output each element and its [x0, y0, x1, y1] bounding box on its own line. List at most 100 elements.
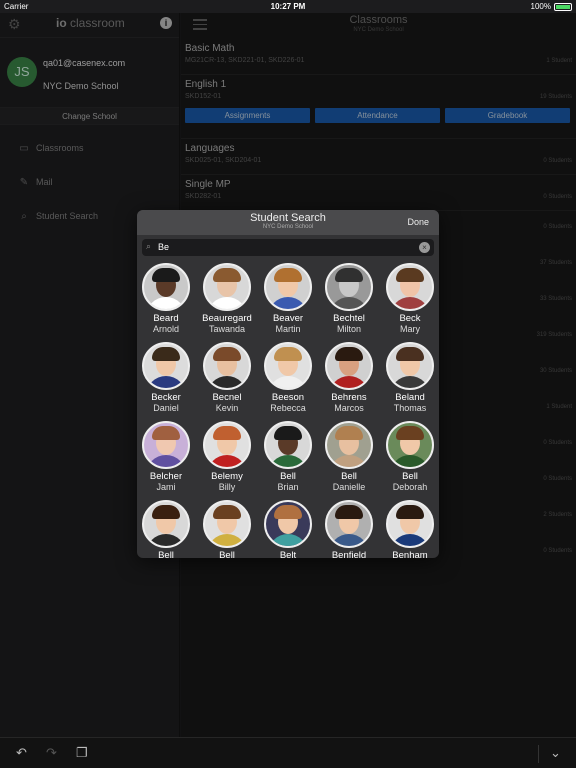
student-last-name: Belcher [149, 471, 183, 482]
redo-icon[interactable]: ↷ [46, 745, 57, 761]
student-card[interactable]: Behrens Marcos [319, 342, 379, 413]
student-photo-shirt [329, 376, 369, 388]
student-photo-hair [213, 347, 241, 361]
student-card[interactable]: Becnel Kevin [197, 342, 257, 413]
student-search-modal: Student Search NYC Demo School Done ⌕ Be… [137, 210, 439, 558]
student-photo-shirt [146, 376, 186, 388]
copy-icon[interactable]: ❐ [76, 745, 88, 761]
student-first-name: Thomas [393, 403, 427, 413]
student-last-name: Beeson [271, 392, 305, 403]
student-card[interactable]: Beland Thomas [380, 342, 439, 413]
student-photo-shirt [207, 376, 247, 388]
undo-icon[interactable]: ↶ [16, 745, 27, 761]
student-photo [203, 421, 251, 469]
chevron-down-icon[interactable]: ⌄ [550, 745, 561, 761]
student-last-name: Beland [395, 392, 425, 403]
student-photo-hair [335, 268, 363, 282]
status-bar: Carrier 10:27 PM 100% [0, 0, 576, 13]
student-last-name: Behrens [331, 392, 367, 403]
search-icon: ⌕ [146, 241, 152, 251]
search-bar: ⌕ Be × [137, 235, 439, 261]
student-photo-shirt [207, 297, 247, 309]
student-first-name: Marcos [334, 403, 364, 413]
student-last-name: Benfield [331, 550, 367, 558]
student-card[interactable]: Becker Daniel [137, 342, 196, 413]
student-photo [386, 500, 434, 548]
student-photo [264, 500, 312, 548]
student-last-name: Bell [402, 471, 418, 482]
student-card[interactable]: Bell [137, 500, 196, 558]
student-last-name: Beaver [272, 313, 304, 324]
clock: 10:27 PM [270, 2, 306, 11]
search-input[interactable]: ⌕ Be × [142, 239, 434, 256]
student-first-name: Arnold [152, 324, 179, 334]
student-photo [264, 342, 312, 390]
student-card[interactable]: Belt [258, 500, 318, 558]
student-first-name: Jami [156, 482, 176, 492]
student-photo [386, 342, 434, 390]
student-last-name: Bechtel [333, 313, 365, 324]
student-card[interactable]: Belemy Billy [197, 421, 257, 492]
student-card[interactable]: Beard Arnold [137, 263, 196, 334]
student-card[interactable]: Beaver Martin [258, 263, 318, 334]
done-button[interactable]: Done [407, 217, 429, 227]
student-card[interactable]: Beck Mary [380, 263, 439, 334]
student-photo [325, 263, 373, 311]
student-first-name: Milton [336, 324, 361, 334]
student-last-name: Bell [219, 550, 235, 558]
student-photo-hair [274, 347, 302, 361]
student-photo-shirt [390, 534, 430, 546]
student-photo [325, 342, 373, 390]
student-photo-hair [152, 426, 180, 440]
student-photo-hair [335, 426, 363, 440]
student-photo [325, 500, 373, 548]
student-card[interactable]: Bell Danielle [319, 421, 379, 492]
student-card[interactable]: Bell [197, 500, 257, 558]
student-grid: Beard Arnold Beauregard Tawanda Beaver Martin… [137, 261, 439, 558]
student-last-name: Beauregard [202, 313, 252, 324]
student-first-name: Mary [400, 324, 420, 334]
student-photo-shirt [268, 297, 308, 309]
student-photo-shirt [390, 455, 430, 467]
toolbar-divider [538, 745, 539, 763]
student-card[interactable]: Bell Brian [258, 421, 318, 492]
student-first-name: Tawanda [208, 324, 246, 334]
student-photo-shirt [329, 534, 369, 546]
student-photo-shirt [329, 297, 369, 309]
student-photo [142, 421, 190, 469]
student-photo-hair [213, 268, 241, 282]
student-photo-shirt [146, 534, 186, 546]
student-first-name: Brian [277, 482, 299, 492]
student-card[interactable]: Beeson Rebecca [258, 342, 318, 413]
student-last-name: Bell [158, 550, 174, 558]
student-card[interactable]: Bechtel Milton [319, 263, 379, 334]
student-last-name: Bell [341, 471, 357, 482]
student-last-name: Bell [280, 471, 296, 482]
student-last-name: Belt [279, 550, 297, 558]
student-card[interactable]: Benham [380, 500, 439, 558]
student-photo-shirt [268, 455, 308, 467]
student-last-name: Becker [151, 392, 181, 403]
student-card[interactable]: Benfield [319, 500, 379, 558]
student-photo [264, 421, 312, 469]
student-photo-shirt [207, 455, 247, 467]
student-photo-hair [396, 268, 424, 282]
student-photo-shirt [146, 455, 186, 467]
modal-subtitle: NYC Demo School [262, 224, 314, 230]
student-photo-hair [396, 426, 424, 440]
student-photo [203, 263, 251, 311]
student-last-name: Beck [399, 313, 421, 324]
student-card[interactable]: Bell Deborah [380, 421, 439, 492]
student-card[interactable]: Beauregard Tawanda [197, 263, 257, 334]
student-photo-shirt [390, 376, 430, 388]
student-first-name: Rebecca [270, 403, 306, 413]
student-photo-hair [274, 505, 302, 519]
clear-icon[interactable]: × [419, 242, 430, 253]
student-photo-hair [213, 505, 241, 519]
student-photo-hair [152, 505, 180, 519]
student-photo [386, 263, 434, 311]
student-last-name: Beard [153, 313, 179, 324]
student-card[interactable]: Belcher Jami [137, 421, 196, 492]
student-first-name: Daniel [153, 403, 179, 413]
student-last-name: Becnel [212, 392, 242, 403]
